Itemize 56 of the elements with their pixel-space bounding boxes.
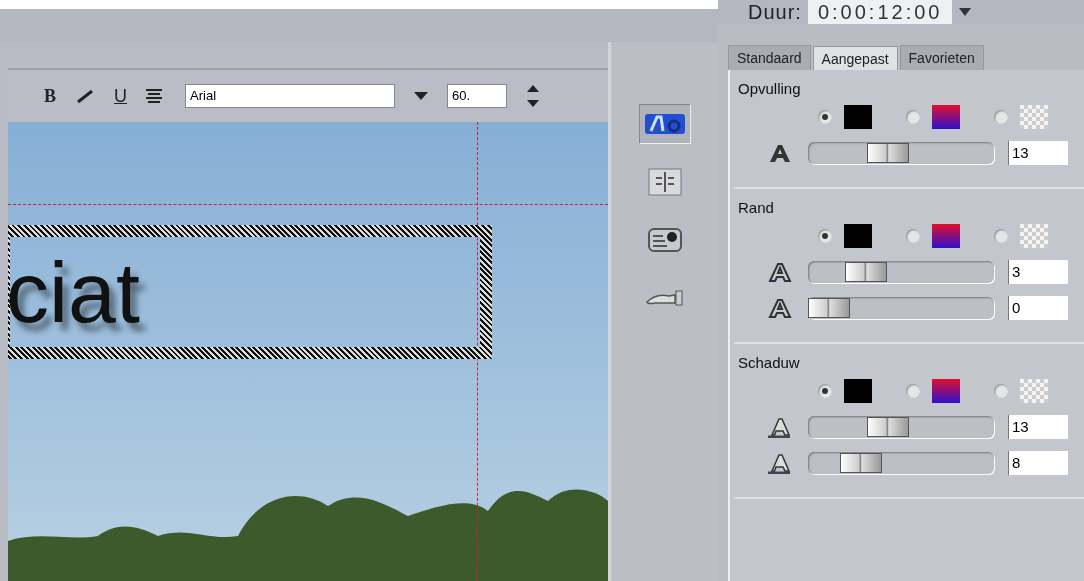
value-field[interactable]: 13 — [1008, 141, 1068, 165]
pattern-swatch[interactable] — [1020, 224, 1048, 248]
tab[interactable]: Standaard — [728, 45, 811, 70]
radio-button[interactable] — [818, 384, 832, 398]
slider-thumb[interactable] — [808, 298, 850, 318]
value-field[interactable]: 0 — [1008, 296, 1068, 320]
pattern-swatch[interactable] — [1020, 379, 1048, 403]
slider-track[interactable] — [808, 297, 994, 319]
underline-button[interactable]: U — [114, 84, 127, 108]
alignment-icon — [647, 168, 682, 196]
slider-track[interactable] — [808, 142, 994, 164]
font-size-field[interactable]: 60. — [447, 84, 507, 108]
italic-icon — [74, 88, 96, 104]
solid-swatch[interactable] — [844, 105, 872, 129]
outlined-a-icon — [766, 261, 794, 283]
slider-track[interactable] — [808, 452, 994, 474]
slider-track[interactable] — [808, 416, 994, 438]
radio-button[interactable] — [994, 229, 1008, 243]
caret-icon[interactable] — [413, 91, 429, 101]
slider-thumb[interactable] — [867, 417, 910, 437]
slider-thumb[interactable] — [867, 143, 910, 163]
radio-button[interactable] — [994, 110, 1008, 124]
title-text: ciat — [8, 249, 140, 335]
gradient-swatch[interactable] — [932, 379, 960, 403]
solid-swatch[interactable] — [844, 224, 872, 248]
radio-button[interactable] — [906, 384, 920, 398]
gradient-swatch[interactable] — [932, 224, 960, 248]
radio-button[interactable] — [818, 110, 832, 124]
media-icon — [647, 227, 682, 253]
section-title: Schaduw — [738, 354, 801, 371]
radio-button[interactable] — [906, 229, 920, 243]
gradient-swatch[interactable] — [932, 105, 960, 129]
caret-icon[interactable] — [958, 7, 973, 17]
solid-swatch[interactable] — [844, 379, 872, 403]
tab[interactable]: Aangepast — [812, 46, 898, 70]
text-frame[interactable]: ciat — [8, 225, 492, 359]
font-field[interactable]: Arial — [185, 84, 395, 108]
slider-track[interactable] — [808, 261, 994, 283]
section-title: Rand — [738, 199, 775, 216]
slider-thumb[interactable] — [839, 453, 882, 473]
pattern-swatch[interactable] — [1020, 105, 1048, 129]
value-field[interactable]: 3 — [1008, 260, 1068, 284]
bold-button[interactable]: B — [44, 84, 56, 108]
duration-field[interactable]: 0:00:12:00 — [807, 0, 953, 24]
radio-button[interactable] — [906, 110, 920, 124]
tab[interactable]: Favorieten — [899, 45, 984, 70]
radio-button[interactable] — [818, 229, 832, 243]
tool-button[interactable] — [638, 104, 691, 144]
outlined-a-icon — [766, 297, 794, 319]
slider-thumb[interactable] — [845, 262, 888, 282]
duration-label: Duur: — [748, 0, 802, 24]
value-field[interactable]: 13 — [1008, 415, 1068, 439]
section-title: Opvulling — [738, 80, 802, 97]
value-field[interactable]: 8 — [1008, 451, 1068, 475]
radio-button[interactable] — [994, 384, 1008, 398]
align-icon — [145, 88, 163, 104]
